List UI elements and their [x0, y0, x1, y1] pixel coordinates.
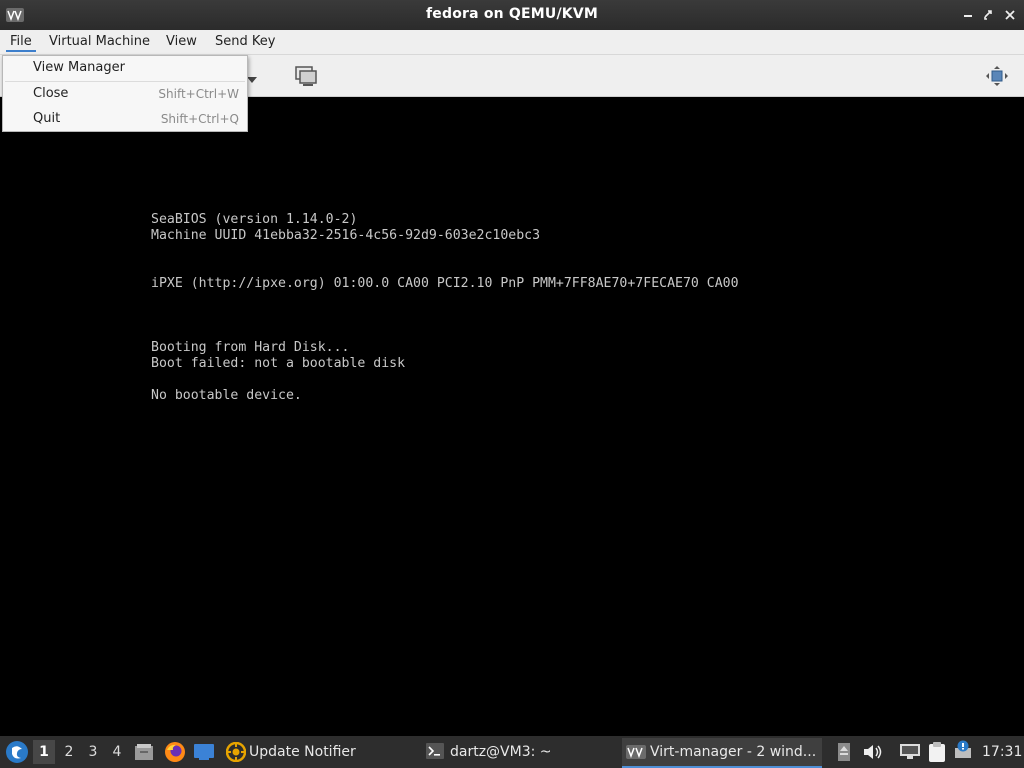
menu-item-accelerator: Shift+Ctrl+Q [160, 112, 239, 126]
file-manager-icon[interactable] [134, 742, 154, 766]
app-menu-icon[interactable] [5, 740, 29, 768]
clock: 17:31 [982, 744, 1023, 760]
volume-icon[interactable] [862, 742, 884, 766]
console-line: Boot failed: not a bootable disk [151, 356, 406, 371]
window-titlebar[interactable]: fedora on QEMU/KVM [0, 0, 1024, 30]
firefox-icon[interactable] [164, 741, 186, 767]
network-icon[interactable] [899, 743, 921, 765]
menu-item-accelerator: Shift+Ctrl+W [158, 87, 239, 101]
desktop-icon[interactable] [193, 743, 215, 765]
task-terminal[interactable]: dartz@VM3: ~ [420, 738, 615, 766]
task-update-notifier[interactable]: Update Notifier [222, 738, 412, 766]
workspace-3[interactable]: 3 [82, 740, 104, 764]
workspace-4[interactable]: 4 [106, 740, 128, 764]
console-line: Machine UUID 41ebba32-2516-4c56-92d9-603… [151, 228, 541, 243]
task-label: Virt-manager - 2 wind... [650, 744, 817, 760]
menu-item-quit[interactable]: Quit Shift+Ctrl+Q [3, 107, 247, 132]
removable-media-icon[interactable] [836, 742, 852, 766]
menu-file[interactable]: File [6, 34, 36, 52]
task-virt-manager[interactable]: Virt-manager - 2 wind... [622, 738, 822, 768]
console-output: SeaBIOS (version 1.14.0-2) Machine UUID 4… [151, 212, 739, 404]
menu-view[interactable]: View [162, 34, 201, 49]
menu-bar: File Virtual Machine View Send Key [0, 30, 1024, 55]
window-title: fedora on QEMU/KVM [425, 6, 598, 22]
console-line: No bootable device. [151, 388, 302, 403]
menu-item-label: Close [33, 86, 69, 101]
maximize-icon[interactable] [981, 7, 997, 23]
screenshot-icon[interactable] [294, 65, 318, 91]
fullscreen-icon[interactable] [985, 65, 1009, 91]
virt-manager-icon [626, 745, 646, 763]
update-notifier-icon [225, 741, 247, 766]
console-line: iPXE (http://ipxe.org) 01:00.0 CA00 PCI2… [151, 276, 739, 291]
update-available-icon[interactable] [954, 740, 972, 764]
console-line: SeaBIOS (version 1.14.0-2) [151, 212, 358, 227]
menu-item-label: Quit [33, 111, 61, 126]
menu-item-view-manager[interactable]: View Manager [3, 56, 247, 81]
menu-item-close[interactable]: Close Shift+Ctrl+W [3, 82, 247, 107]
file-menu-dropdown: View Manager Close Shift+Ctrl+W Quit Shi… [2, 55, 248, 132]
workspace-2[interactable]: 2 [58, 740, 80, 764]
close-icon[interactable] [1002, 7, 1018, 23]
terminal-icon [426, 743, 444, 763]
minimize-icon[interactable] [960, 7, 976, 23]
console-line: Booting from Hard Disk... [151, 340, 350, 355]
vm-console-screen[interactable]: SeaBIOS (version 1.14.0-2) Machine UUID 4… [2, 97, 1022, 734]
workspace-1[interactable]: 1 [33, 740, 55, 764]
task-label: Update Notifier [249, 744, 356, 760]
menu-virtual-machine[interactable]: Virtual Machine [45, 34, 154, 49]
menu-send-key[interactable]: Send Key [211, 34, 279, 49]
task-label: dartz@VM3: ~ [450, 744, 552, 760]
taskbar: 1 2 3 4 Update Notifier dartz@VM3: ~ Vir… [0, 736, 1024, 768]
menu-item-label: View Manager [33, 60, 125, 75]
clipboard-icon[interactable] [927, 741, 947, 767]
